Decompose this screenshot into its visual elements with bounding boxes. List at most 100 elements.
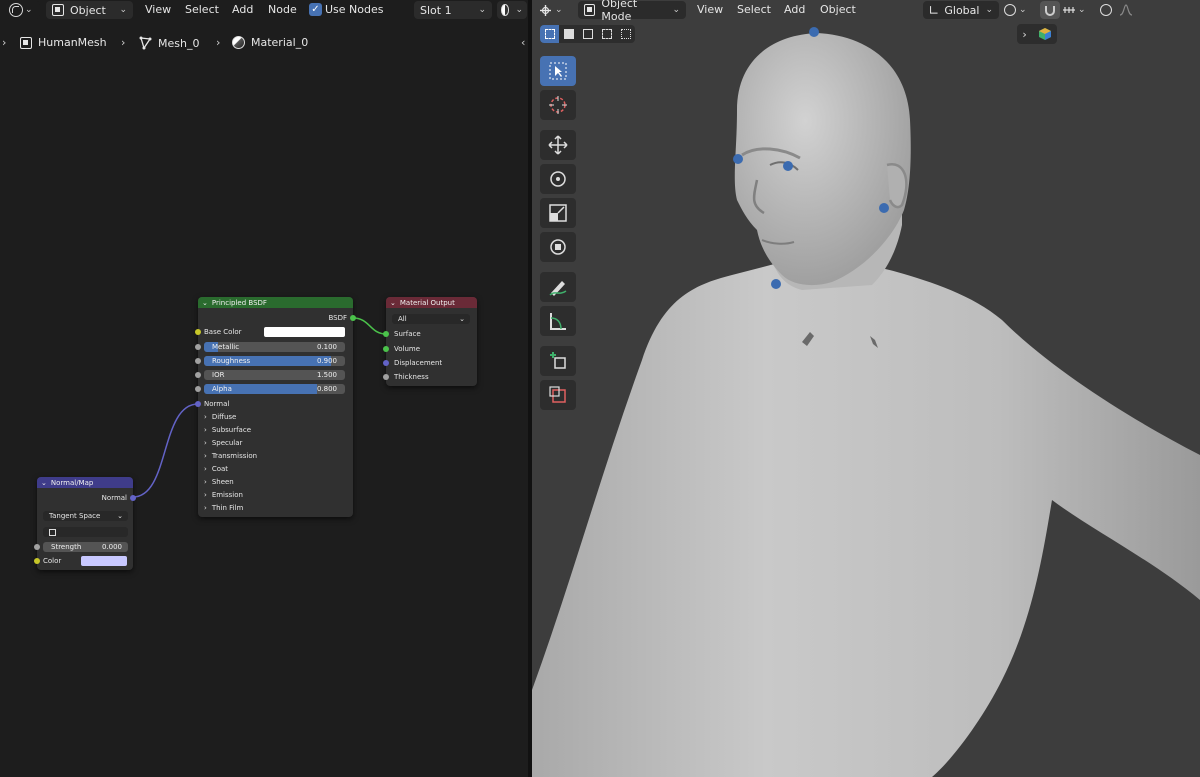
editor-type-button[interactable]: ⌄ (6, 1, 40, 19)
tool-cube-edit[interactable] (540, 380, 576, 410)
tool-transform[interactable] (540, 232, 576, 262)
collapse-chevron-icon[interactable]: ⌄ (390, 299, 396, 307)
panel-specular[interactable]: › Specular (204, 439, 242, 447)
select-subtract-button[interactable] (578, 25, 597, 43)
metallic-label: Metallic (212, 343, 240, 351)
normal-output-socket[interactable] (130, 495, 136, 501)
tool-cursor[interactable] (540, 90, 576, 120)
metallic-field[interactable]: Metallic 0.100 (204, 342, 345, 352)
rotate-icon (550, 171, 566, 187)
principled-bsdf-node[interactable]: ⌄ Principled BSDF BSDF Base Color Metall… (195, 297, 356, 517)
alpha-socket[interactable] (195, 386, 201, 392)
strength-field[interactable]: Strength 0.000 (43, 542, 128, 552)
3d-viewport[interactable]: ⌄ Object Mode ⌄ View Select Add Object G… (532, 0, 1200, 777)
select-extend-button[interactable] (559, 25, 578, 43)
menu-node[interactable]: Node (268, 3, 297, 16)
panel-diffuse[interactable]: › Diffuse (204, 413, 236, 421)
normal-row: Normal (198, 398, 353, 410)
alpha-field[interactable]: Alpha 0.800 (204, 384, 345, 394)
panel-label: Thin Film (211, 504, 244, 512)
ior-field[interactable]: IOR 1.500 (204, 370, 345, 380)
strength-socket[interactable] (34, 544, 40, 550)
snap-toggle[interactable] (1040, 1, 1060, 19)
tool-add-cube[interactable] (540, 346, 576, 376)
space-dropdown[interactable]: Tangent Space ⌄ (43, 511, 128, 521)
thickness-row: Thickness (386, 371, 477, 383)
base-color-swatch[interactable] (264, 327, 345, 337)
roughness-socket[interactable] (195, 358, 201, 364)
use-nodes-checkbox[interactable]: ✓ (309, 3, 322, 16)
breadcrumb-mesh[interactable]: Mesh_0 (138, 36, 199, 50)
panel-label: Emission (211, 491, 243, 499)
landmark-point (733, 154, 743, 164)
proportional-edit-toggle[interactable] (1097, 1, 1115, 19)
object-type-dropdown[interactable]: Object ⌄ (46, 1, 133, 19)
bsdf-output-socket[interactable] (350, 315, 356, 321)
pivot-dropdown[interactable]: ⌄ (1004, 1, 1036, 19)
menu-view[interactable]: View (697, 3, 723, 16)
render-preview-dropdown[interactable]: ⌄ (497, 1, 527, 19)
alpha-value: 0.800 (316, 385, 337, 393)
panel-thin-film[interactable]: › Thin Film (204, 504, 243, 512)
breadcrumb-object-label: HumanMesh (38, 36, 107, 49)
menu-view[interactable]: View (145, 3, 171, 16)
material-output-node[interactable]: ⌄ Material Output All ⌄ Surface Volume D… (383, 297, 477, 386)
panel-label: Sheen (211, 478, 234, 486)
use-nodes-label[interactable]: Use Nodes (325, 3, 384, 16)
menu-select[interactable]: Select (185, 3, 219, 16)
shader-editor-icon (9, 3, 23, 17)
ior-socket[interactable] (195, 372, 201, 378)
slot-dropdown[interactable]: Slot 1 ⌄ (414, 1, 492, 19)
panel-sheen[interactable]: › Sheen (204, 478, 234, 486)
select-intersect-button[interactable] (616, 25, 635, 43)
mesh-icon (139, 36, 152, 50)
roughness-field[interactable]: Roughness 0.900 (204, 356, 345, 366)
metallic-socket[interactable] (195, 344, 201, 350)
tool-move[interactable] (540, 130, 576, 160)
falloff-dropdown[interactable] (1119, 1, 1143, 19)
breadcrumb-material[interactable]: Material_0 (232, 36, 308, 49)
tool-scale[interactable] (540, 198, 576, 228)
falloff-curve-icon (1119, 4, 1133, 16)
tool-annotate[interactable] (540, 272, 576, 302)
panel-emission[interactable]: › Emission (204, 491, 243, 499)
breadcrumb-material-label: Material_0 (251, 36, 309, 49)
menu-object[interactable]: Object (820, 3, 856, 16)
select-invert-button[interactable] (597, 25, 616, 43)
landmark-point (771, 279, 781, 289)
output-target-dropdown[interactable]: All ⌄ (392, 314, 470, 324)
shader-editor[interactable]: ⌄ Object ⌄ View Select Add Node ✓ Use No… (0, 0, 528, 777)
tool-select-box[interactable] (540, 56, 576, 86)
shading-cube-icon (1038, 28, 1051, 40)
menu-add[interactable]: Add (784, 3, 805, 16)
panel-coat[interactable]: › Coat (204, 465, 228, 473)
breadcrumb-object[interactable]: HumanMesh (20, 36, 107, 49)
viewport-canvas[interactable] (532, 0, 1200, 777)
object-icon (20, 36, 32, 49)
annotate-icon (549, 281, 567, 296)
node-header[interactable]: ⌄ Principled BSDF (198, 297, 353, 308)
node-header[interactable]: ⌄ Material Output (386, 297, 477, 308)
editor-type-button[interactable]: ⌄ (538, 1, 570, 19)
normal-map-color-swatch[interactable] (81, 556, 127, 566)
mode-dropdown[interactable]: Object Mode ⌄ (578, 0, 686, 23)
snap-target-dropdown[interactable]: ⌄ (1062, 1, 1090, 19)
normal-map-node[interactable]: ⌄ Normal/Map Normal Tangent Space ⌄ Stre… (34, 477, 136, 570)
menu-select[interactable]: Select (737, 3, 771, 16)
select-new-button[interactable] (540, 25, 559, 43)
output-target-label: All (398, 315, 407, 323)
chevron-right-icon: › (204, 491, 207, 499)
panel-subsurface[interactable]: › Subsurface (204, 426, 251, 434)
menu-add[interactable]: Add (232, 3, 253, 16)
chevron-left-icon[interactable]: ‹ (521, 36, 525, 49)
panel-transmission[interactable]: › Transmission (204, 452, 257, 460)
tool-rotate[interactable] (540, 164, 576, 194)
volume-label: Volume (394, 345, 421, 353)
node-header[interactable]: ⌄ Normal/Map (37, 477, 133, 488)
collapse-chevron-icon[interactable]: ⌄ (41, 479, 47, 487)
transform-orientation-dropdown[interactable]: Global ⌄ (923, 1, 999, 19)
collapse-chevron-icon[interactable]: ⌄ (202, 299, 208, 307)
tool-measure[interactable] (540, 306, 576, 336)
gizmo-toggle[interactable]: › (1017, 24, 1057, 44)
uv-map-field[interactable] (43, 527, 128, 537)
